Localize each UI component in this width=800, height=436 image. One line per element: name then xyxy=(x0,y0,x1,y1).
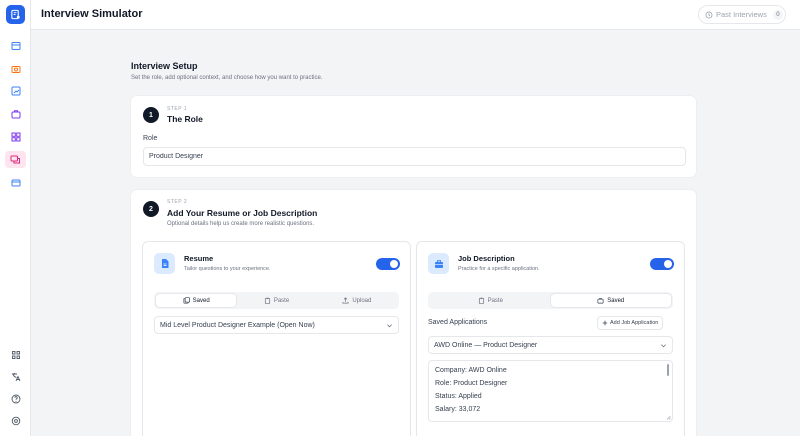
past-interviews-label: Past Interviews xyxy=(716,10,767,19)
card-icon[interactable] xyxy=(9,176,22,189)
grid-icon[interactable] xyxy=(9,130,22,143)
app-title: Interview Simulator xyxy=(41,8,143,20)
resume-select-value: Mid Level Product Designer Example (Open… xyxy=(160,321,315,329)
briefcase-icon xyxy=(428,253,449,274)
job-description-title: Job Description xyxy=(458,254,515,263)
step-kicker: STEP 1 xyxy=(167,106,188,112)
clipboard-icon xyxy=(264,297,270,304)
step-subtitle: Optional details help us create more rea… xyxy=(167,221,315,227)
tab-label: Saved xyxy=(607,297,625,304)
settings-icon[interactable] xyxy=(9,414,22,427)
plus-icon xyxy=(602,320,608,326)
chat-icon[interactable] xyxy=(5,151,26,168)
resume-panel: Resume Tailor questions to your experien… xyxy=(143,242,410,436)
resume-source-tabs: Saved Paste Upload xyxy=(154,292,399,309)
tab-label: Saved xyxy=(192,297,210,304)
job-application-select-value: AWD Online — Product Designer xyxy=(434,341,538,349)
app-root: Interview Simulator Past Interviews 0 In… xyxy=(0,0,800,436)
scrollbar-thumb[interactable] xyxy=(667,364,669,376)
resume-subtitle: Tailor questions to your experience. xyxy=(184,266,271,272)
job-details-box[interactable]: Company: AWD Online Role: Product Design… xyxy=(428,360,673,422)
role-label: Role xyxy=(143,135,158,142)
tab-resume-saved[interactable]: Saved xyxy=(156,294,237,307)
sidebar xyxy=(0,0,31,436)
past-interviews-button[interactable]: Past Interviews 0 xyxy=(698,5,786,24)
clipboard-icon xyxy=(478,297,484,304)
toggle-knob xyxy=(390,260,398,268)
briefcase-icon xyxy=(597,297,604,304)
chevron-down-icon xyxy=(387,324,392,328)
step-number-badge: 2 xyxy=(143,201,159,217)
job-description-subtitle: Practice for a specific application. xyxy=(458,266,540,272)
job-description-panel: Job Description Practice for a specific … xyxy=(417,242,684,436)
job-detail-status: Status: Applied xyxy=(435,393,482,400)
top-bar: Interview Simulator Past Interviews 0 xyxy=(31,0,800,30)
history-icon xyxy=(705,11,713,18)
upload-icon xyxy=(342,297,349,304)
logo-icon[interactable] xyxy=(6,5,25,24)
resume-title: Resume xyxy=(184,254,214,263)
resume-select[interactable]: Mid Level Product Designer Example (Open… xyxy=(154,316,399,334)
tab-label: Paste xyxy=(487,297,503,304)
add-job-application-label: Add Job Application xyxy=(610,320,659,326)
resume-toggle[interactable] xyxy=(376,258,400,270)
step-title: The Role xyxy=(167,114,203,124)
step-number-badge: 1 xyxy=(143,107,159,123)
document-icon xyxy=(154,253,175,274)
toggle-knob xyxy=(664,260,672,268)
past-interviews-count: 0 xyxy=(772,9,783,20)
page-title: Interview Setup xyxy=(131,61,198,71)
dashboard-icon[interactable] xyxy=(9,39,22,52)
saved-applications-label: Saved Applications xyxy=(428,319,488,326)
page-subtitle: Set the role, add optional context, and … xyxy=(131,75,323,81)
chevron-down-icon xyxy=(661,344,666,348)
apps-icon[interactable] xyxy=(9,348,22,361)
job-description-toggle[interactable] xyxy=(650,258,674,270)
saved-icon xyxy=(183,297,190,304)
job-source-tabs: Paste Saved xyxy=(428,292,673,309)
tab-resume-paste[interactable]: Paste xyxy=(236,294,316,307)
briefcase-icon[interactable] xyxy=(9,107,22,120)
chart-icon[interactable] xyxy=(9,84,22,97)
job-application-select[interactable]: AWD Online — Product Designer xyxy=(428,336,673,354)
tab-job-paste[interactable]: Paste xyxy=(430,294,551,307)
job-detail-company: Company: AWD Online xyxy=(435,367,507,374)
role-input[interactable] xyxy=(143,147,686,166)
tab-job-saved[interactable]: Saved xyxy=(550,294,671,307)
tab-resume-upload[interactable]: Upload xyxy=(317,294,397,307)
translate-icon[interactable] xyxy=(9,370,22,383)
tab-label: Paste xyxy=(273,297,290,304)
step-role-card: 1 STEP 1 The Role Role xyxy=(131,96,696,177)
job-detail-salary: Salary: 33,072 xyxy=(435,406,481,413)
help-icon[interactable] xyxy=(9,392,22,405)
add-job-application-button[interactable]: Add Job Application xyxy=(597,316,664,330)
tab-label: Upload xyxy=(352,297,372,304)
step-title: Add Your Resume or Job Description xyxy=(167,208,318,218)
resize-grip-icon[interactable] xyxy=(666,415,671,420)
job-detail-role: Role: Product Designer xyxy=(435,380,508,387)
step-kicker: STEP 2 xyxy=(167,199,188,205)
main-area: Interview Simulator Past Interviews 0 In… xyxy=(31,0,800,436)
camera-icon[interactable] xyxy=(9,62,22,75)
step-context-card: 2 STEP 2 Add Your Resume or Job Descript… xyxy=(131,190,696,436)
